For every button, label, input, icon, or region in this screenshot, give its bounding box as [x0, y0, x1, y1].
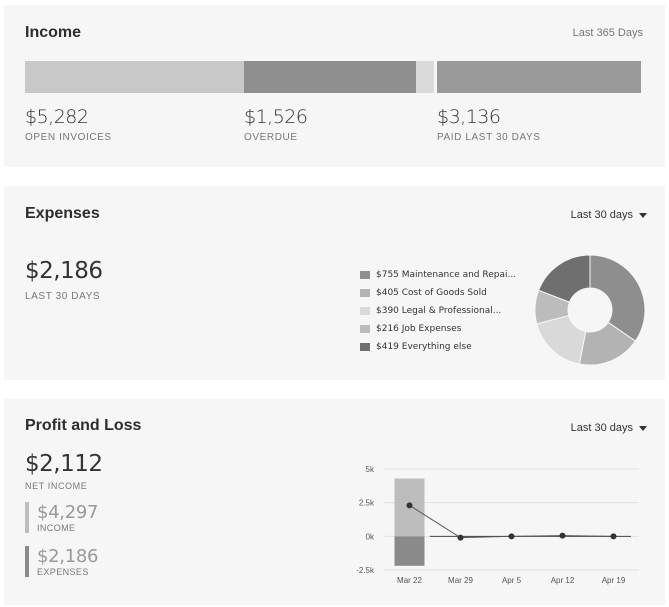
net-income-label: NET INCOME [25, 481, 88, 491]
expenses-title: Expenses [25, 205, 100, 222]
y-tick-label: -2.5k [356, 566, 375, 575]
paid-bar[interactable] [437, 61, 641, 93]
profit-loss-period-label: Last 30 days [570, 422, 633, 434]
y-tick-label: 5k [366, 465, 375, 474]
legend-label: $755 Maintenance and Repai... [376, 270, 517, 280]
profit-loss-chart[interactable]: 5k 2.5k 0k -2.5k Mar 22 Mar 29 Apr 5 Apr 12 Apr … [334, 457, 644, 592]
overdue-amount: $1,526 [244, 106, 308, 128]
expenses-card: Expenses Last 30 days $2,186 LAST 30 DAY… [4, 186, 665, 380]
expenses-period-dropdown[interactable]: Last 30 days [571, 209, 647, 221]
legend-label: $405 Cost of Goods Sold [376, 288, 487, 298]
expenses-amount: $2,186 [37, 546, 99, 567]
legend-label: $390 Legal & Professional... [376, 306, 502, 316]
open-invoices-bar[interactable] [25, 61, 244, 93]
not-deposited-bar[interactable] [416, 61, 434, 93]
expenses-summary: $2,186 EXPENSES [25, 546, 98, 577]
legend-swatch [360, 343, 370, 351]
donut-slice[interactable] [589, 254, 646, 342]
x-tick-label: Apr 12 [551, 576, 575, 585]
open-invoices-label: OPEN INVOICES [25, 132, 112, 143]
legend-item[interactable]: $216 Job Expenses [360, 320, 516, 338]
income-card: Income Last 365 Days $5,282 OPEN INVOICE… [4, 5, 665, 167]
x-tick-label: Apr 19 [602, 576, 626, 585]
expenses-total-label: LAST 30 DAYS [25, 291, 101, 302]
net-income-amount: $2,112 [25, 451, 103, 477]
profit-loss-title: Profit and Loss [25, 417, 142, 434]
legend-item[interactable]: $405 Cost of Goods Sold [360, 284, 516, 302]
net-income-point [559, 532, 566, 539]
income-label: INCOME [37, 523, 76, 533]
x-tick-label: Mar 29 [448, 576, 473, 585]
income-amount: $4,297 [37, 502, 99, 523]
legend-swatch [360, 307, 370, 315]
income-period: Last 365 Days [572, 27, 643, 39]
x-tick-label: Mar 22 [397, 576, 422, 585]
paid-label: PAID LAST 30 DAYS [437, 132, 541, 143]
legend-item[interactable]: $419 Everything else [360, 338, 516, 356]
expenses-legend: $755 Maintenance and Repai... $405 Cost … [360, 266, 516, 356]
net-income-point [508, 533, 515, 540]
legend-swatch [360, 325, 370, 333]
donut-slice[interactable] [536, 314, 587, 365]
net-income-line [409, 504, 614, 539]
income-summary: $4,297 INCOME [25, 502, 98, 533]
legend-label: $216 Job Expenses [376, 324, 462, 334]
profit-loss-period-dropdown[interactable]: Last 30 days [571, 422, 647, 434]
net-income-point [610, 533, 617, 540]
y-tick-label: 0k [366, 532, 375, 541]
expenses-bar [394, 536, 425, 566]
income-title: Income [25, 24, 82, 41]
chevron-down-icon [639, 425, 647, 431]
open-invoices-amount: $5,282 [25, 106, 89, 128]
chevron-down-icon [639, 212, 647, 218]
net-income-point [457, 534, 464, 541]
legend-swatch [360, 289, 370, 297]
expenses-donut-chart[interactable] [532, 252, 648, 368]
legend-item[interactable]: $390 Legal & Professional... [360, 302, 516, 320]
expenses-total: $2,186 [25, 258, 103, 284]
overdue-bar[interactable] [244, 61, 416, 93]
expenses-label: EXPENSES [37, 567, 89, 577]
x-tick-label: Apr 5 [502, 576, 522, 585]
legend-item[interactable]: $755 Maintenance and Repai... [360, 266, 516, 284]
expenses-period-label: Last 30 days [570, 209, 633, 221]
legend-label: $419 Everything else [376, 342, 472, 352]
profit-loss-card: Profit and Loss Last 30 days $2,112 NET … [4, 399, 665, 605]
overdue-label: OVERDUE [244, 132, 298, 143]
paid-amount: $3,136 [437, 106, 501, 128]
net-income-point [406, 502, 413, 509]
y-tick-label: 2.5k [359, 499, 375, 508]
legend-swatch [360, 271, 370, 279]
